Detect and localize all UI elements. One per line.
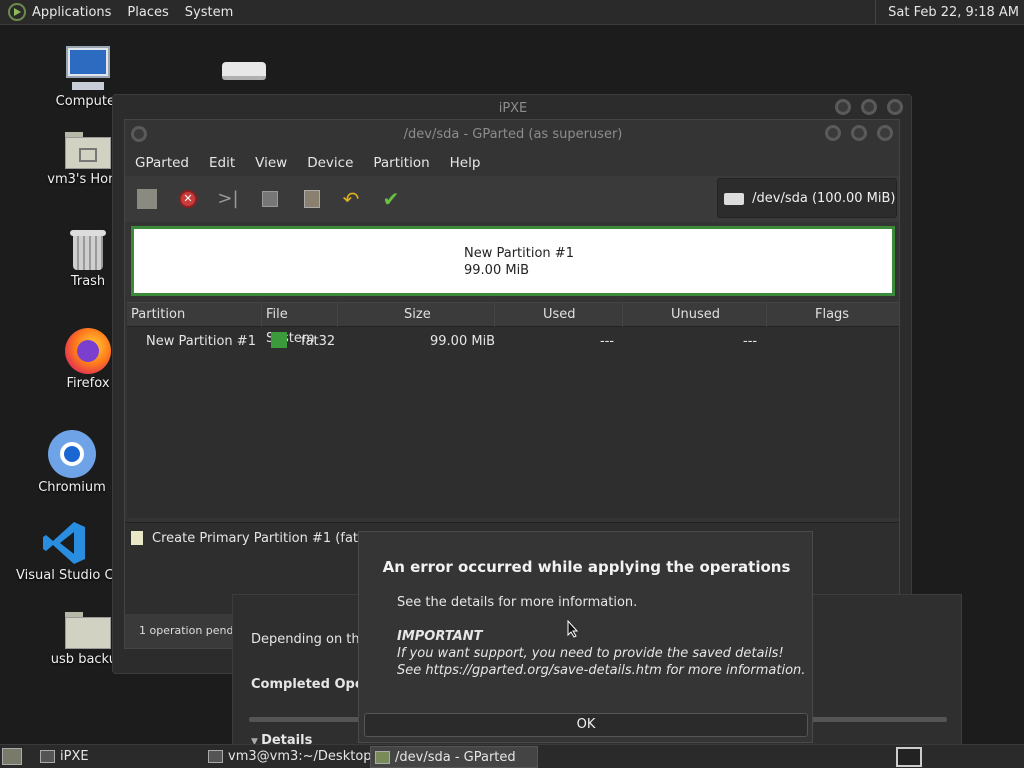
terminal-icon [208,750,223,763]
taskbar-item-terminal[interactable]: vm3@vm3:~/Desktop [204,746,372,768]
undo-icon[interactable]: ↶ [339,188,363,210]
taskbar-item-label: iPXE [60,749,89,764]
close-button[interactable] [877,125,893,141]
window-controls [834,99,903,119]
cell-filesystem: fat32 [301,334,336,349]
apply-description: Depending on the [251,632,368,647]
menu-applications[interactable]: Applications [32,5,111,20]
taskbar: iPXE vm3@vm3:~/Desktop /dev/sda - GParte… [0,744,1024,768]
new-partition-icon[interactable] [135,188,159,210]
desktop-icon-chromium[interactable]: Chromium [27,430,117,495]
menu-device[interactable]: Device [307,155,353,171]
close-button[interactable] [887,99,903,115]
trash-icon [70,228,106,272]
col-partition[interactable]: Partition [127,303,262,327]
menubar: GParted Edit View Device Partition Help [125,150,899,176]
minimize-button[interactable] [834,99,851,115]
taskbar-item-label: vm3@vm3:~/Desktop [228,749,372,764]
menu-system[interactable]: System [185,5,233,20]
col-unused[interactable]: Unused [623,303,767,327]
taskbar-item-gparted[interactable]: /dev/sda - GParted (... [370,746,538,768]
ok-button[interactable]: OK [364,713,808,737]
window-icon [40,750,55,763]
device-select[interactable]: /dev/sda (100.00 MiB) ▾ [717,178,897,246]
applications-icon[interactable] [8,3,26,21]
desktop-icon-vscode[interactable]: Visual Studio Code [16,520,112,583]
workspace-switcher[interactable] [896,747,922,767]
operation-icon [131,531,143,545]
maximize-button[interactable] [850,125,867,141]
apply-icon[interactable]: ✔ [379,188,403,210]
table-header: Partition File System Size Used Unused F… [127,303,899,346]
error-line-support: If you want support, you need to provide… [397,646,784,661]
col-size[interactable]: Size [338,303,495,327]
disk-icon [724,192,744,205]
error-line-details: See the details for more information. [397,595,638,610]
paste-icon[interactable] [300,188,324,210]
desktop-icon-label: Visual Studio Code [16,568,112,583]
maximize-button[interactable] [860,99,877,115]
col-used[interactable]: Used [495,303,623,327]
top-panel: Applications Places System Sat Feb 22, 9… [0,0,1024,25]
error-body: See the details for more information. IM… [397,594,805,679]
cell-partition: New Partition #1 [146,334,256,349]
visual-partition-size: 99.00 MiB [464,263,530,278]
visual-partition-name: New Partition #1 [464,246,574,261]
window-title: /dev/sda - GParted (as superuser) [403,127,623,142]
computer-icon [64,46,112,92]
col-flags[interactable]: Flags [767,303,899,327]
menu-view[interactable]: View [255,155,287,171]
error-title: An error occurred while applying the ope… [382,558,791,576]
show-desktop-icon[interactable] [2,748,22,765]
menu-gparted[interactable]: GParted [135,155,189,171]
device-label: /dev/sda (100.00 MiB) [752,191,896,206]
copy-icon[interactable] [258,188,282,210]
menu-help[interactable]: Help [450,155,481,171]
menu-places[interactable]: Places [127,5,168,20]
important-label: IMPORTANT [397,629,483,644]
taskbar-item-label: /dev/sda - GParted (... [395,750,516,765]
fs-color-swatch [271,332,287,348]
toolbar: ✕ >| ↶ ✔ /dev/sda (100.00 MiB) ▾ [125,176,899,246]
gparted-icon [375,751,390,764]
error-line-link: See https://gparted.org/save-details.htm… [397,663,806,678]
clock[interactable]: Sat Feb 22, 9:18 AM [875,0,1024,25]
error-dialog: An error occurred while applying the ope… [358,531,813,743]
operation-item[interactable]: Create Primary Partition #1 (fat32, [152,531,379,546]
menu-edit[interactable]: Edit [209,155,235,171]
col-filesystem[interactable]: File System [262,303,338,346]
cell-size: 99.00 MiB [430,334,496,349]
resize-move-icon[interactable]: >| [216,188,240,210]
folder-icon [65,610,111,650]
desktop-icon-label: Chromium [38,480,106,495]
minimize-button[interactable] [824,125,841,141]
window-title: iPXE [498,101,528,116]
chromium-icon [48,430,96,478]
partition-visual[interactable]: New Partition #1 99.00 MiB [131,226,895,296]
firefox-icon [65,328,111,374]
cell-used: --- [600,334,615,349]
home-folder-icon [65,128,111,170]
taskbar-item-ipxe[interactable]: iPXE [36,746,196,768]
mouse-cursor-icon [567,619,579,642]
partition-table: Partition File System Size Used Unused F… [127,302,899,518]
menu-partition[interactable]: Partition [373,155,429,171]
window-controls [824,125,893,145]
vscode-icon [41,520,87,566]
drive-icon[interactable] [222,60,266,82]
delete-icon[interactable]: ✕ [176,188,200,210]
cell-unused: --- [743,334,758,349]
